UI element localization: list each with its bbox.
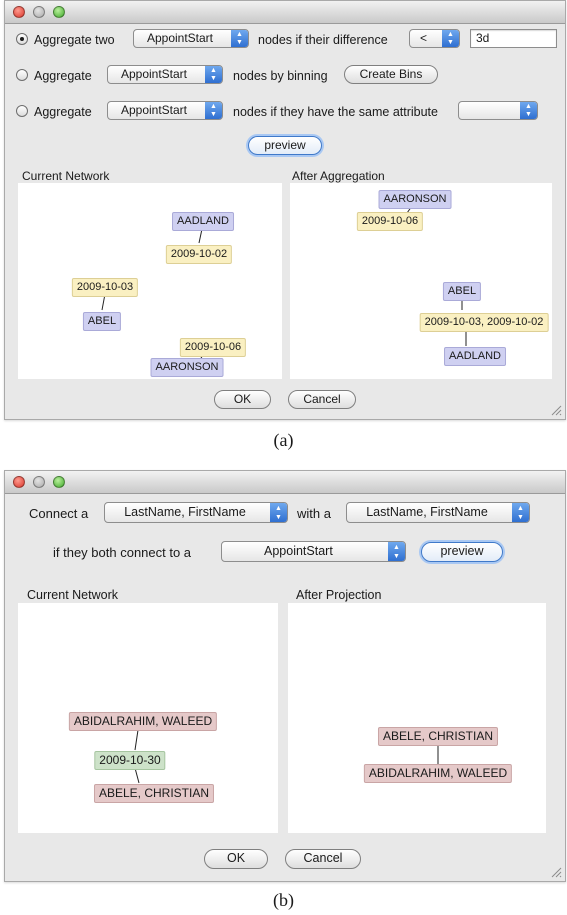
edge [198,228,203,244]
network-node[interactable]: ABELE, CHRISTIAN [93,784,215,803]
select-value: LastName, FirstName [124,505,246,519]
select-value: AppointStart [120,67,188,81]
aggregate-two-label: Aggregate two [34,33,115,47]
select-value: < [419,31,427,45]
updown-arrows-icon: ▲ ▼ [205,102,222,119]
network-node[interactable]: ABEL [82,312,122,331]
current-network-title: Current Network [22,169,110,183]
binning-attribute-select[interactable]: AppointStart ▲ ▼ [107,65,223,84]
network-node[interactable]: AADLAND [444,347,506,366]
ok-button[interactable]: OK [204,849,268,869]
aggregate-difference-radio[interactable] [16,33,28,45]
select-value: AppointStart [146,31,214,45]
edge [134,767,140,784]
resize-grip-icon[interactable] [550,866,562,878]
aggregate-same-attribute-radio[interactable] [16,105,28,117]
binning-label: nodes by binning [233,69,328,83]
zoom-window-button[interactable] [53,6,65,18]
after-projection-panel[interactable]: ABELE, CHRISTIAN ABIDALRAHIM, WALEED [288,603,546,833]
minimize-window-button[interactable] [33,476,45,488]
updown-arrows-icon: ▲ ▼ [512,503,529,522]
same-attribute-label: nodes if they have the same attribute [233,105,438,119]
network-node[interactable]: 2009-10-03 [71,278,139,297]
preview-button[interactable]: preview [421,542,503,562]
close-window-button[interactable] [13,476,25,488]
edge [134,729,139,751]
updown-arrows-icon: ▲ ▼ [520,102,537,119]
figure-caption-b: (b) [273,890,294,910]
source-type-select[interactable]: LastName, FirstName ▲ ▼ [104,502,288,523]
current-network-title: Current Network [27,588,118,602]
network-node[interactable]: ABELE, CHRISTIAN [377,727,499,746]
title-bar [5,1,565,24]
updown-arrows-icon: ▲ ▼ [231,30,248,47]
updown-arrows-icon: ▲ ▼ [270,503,287,522]
with-a-label: with a [297,506,331,521]
edges-layer [437,745,439,764]
updown-arrows-icon: ▲ ▼ [442,30,459,47]
after-aggregation-panel[interactable]: AARONSON 2009-10-06 ABEL 2009-10-03, 200… [290,183,552,379]
via-type-select[interactable]: AppointStart ▲ ▼ [221,541,406,562]
difference-value-field[interactable]: 3d [470,29,557,48]
preview-button[interactable]: preview [248,136,322,155]
radio-selected-dot [20,37,24,41]
network-node[interactable]: ABEL [442,282,482,301]
updown-arrows-icon: ▲ ▼ [205,66,222,83]
aggregation-dialog: Aggregate two AppointStart ▲ ▼ nodes if t… [4,0,566,420]
projection-dialog: Connect a LastName, FirstName ▲ ▼ with a … [4,470,566,882]
select-value: LastName, FirstName [366,505,488,519]
cancel-button[interactable]: Cancel [288,390,356,409]
connect-label: Connect a [29,506,89,521]
difference-label: nodes if their difference [258,33,388,47]
both-connect-label: if they both connect to a [53,545,192,560]
network-node[interactable]: 2009-10-30 [94,751,166,770]
ok-button[interactable]: OK [214,390,271,409]
network-node[interactable]: 2009-10-06 [179,338,247,357]
resize-grip-icon[interactable] [550,404,562,416]
aggregate-label: Aggregate [34,105,92,119]
network-node[interactable]: 2009-10-02 [165,245,233,264]
after-aggregation-title: After Aggregation [292,169,385,183]
difference-attribute-select[interactable]: AppointStart ▲ ▼ [133,29,249,48]
network-node[interactable]: 2009-10-03, 2009-10-02 [419,313,549,332]
current-network-panel[interactable]: ABIDALRAHIM, WALEED 2009-10-30 ABELE, CH… [18,603,278,833]
select-value: AppointStart [120,103,188,117]
second-attribute-select[interactable]: ▲ ▼ [458,101,538,120]
zoom-window-button[interactable] [53,476,65,488]
title-bar [5,471,565,494]
after-projection-title: After Projection [296,588,382,602]
figure-caption-a: (a) [273,430,294,450]
create-bins-button[interactable]: Create Bins [344,65,438,84]
target-type-select[interactable]: LastName, FirstName ▲ ▼ [346,502,530,523]
updown-arrows-icon: ▲ ▼ [388,542,405,561]
network-node[interactable]: ABIDALRAHIM, WALEED [68,712,218,731]
same-attribute-select[interactable]: AppointStart ▲ ▼ [107,101,223,120]
network-node[interactable]: 2009-10-06 [356,212,424,231]
aggregate-binning-radio[interactable] [16,69,28,81]
network-node[interactable]: AADLAND [172,212,234,231]
aggregate-label: Aggregate [34,69,92,83]
network-node[interactable]: AARONSON [150,358,224,377]
current-network-panel[interactable]: AADLAND 2009-10-02 2009-10-03 ABEL 2009-… [18,183,282,379]
select-value: AppointStart [264,544,333,558]
network-node[interactable]: AARONSON [378,190,452,209]
cancel-button[interactable]: Cancel [285,849,361,869]
close-window-button[interactable] [13,6,25,18]
network-node[interactable]: ABIDALRAHIM, WALEED [363,764,513,783]
operator-select[interactable]: < ▲ ▼ [409,29,460,48]
minimize-window-button[interactable] [33,6,45,18]
